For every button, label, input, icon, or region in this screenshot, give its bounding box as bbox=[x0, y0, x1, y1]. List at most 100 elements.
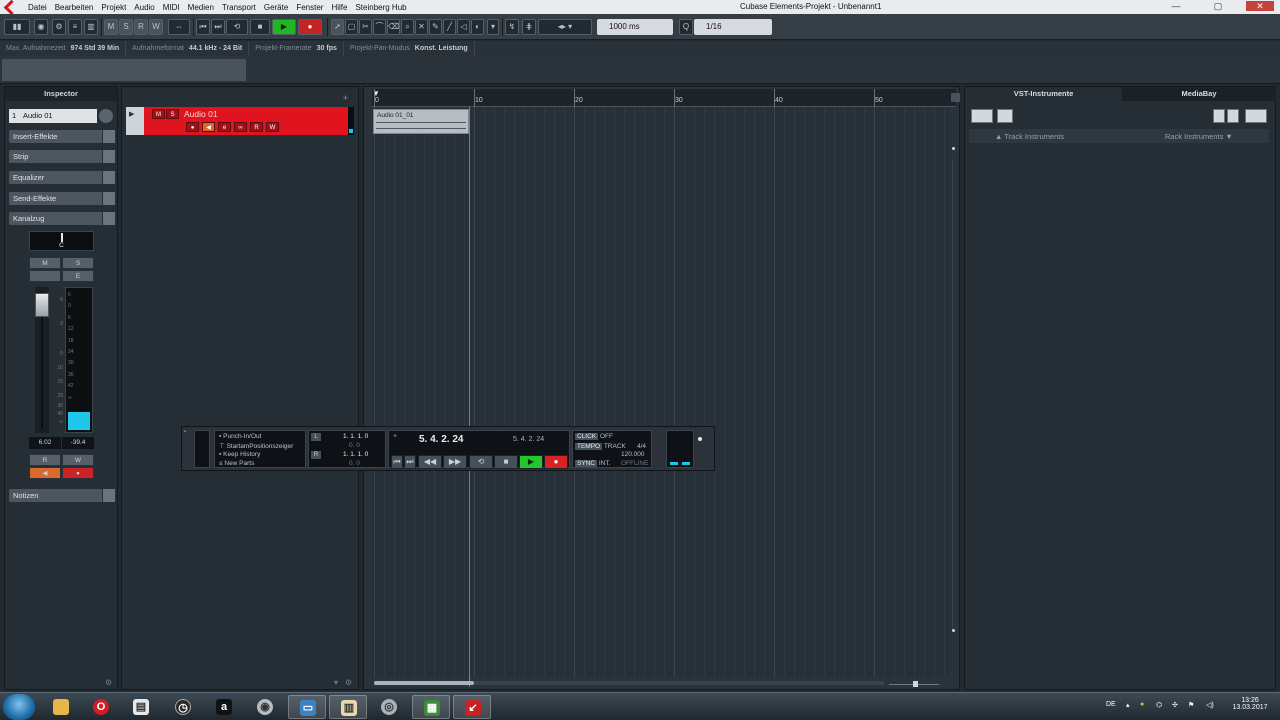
track-edit-icon[interactable]: e bbox=[218, 122, 231, 132]
grid-icon[interactable]: ▥ bbox=[84, 19, 98, 35]
move-down-icon[interactable] bbox=[1227, 109, 1239, 123]
solo-global-button[interactable]: S bbox=[119, 19, 133, 35]
forward-icon[interactable]: ▶▶ bbox=[443, 455, 467, 469]
autoscroll-icon[interactable]: ⇔ bbox=[168, 19, 190, 35]
volume-value[interactable]: 6.02 bbox=[29, 437, 61, 449]
track-write-button[interactable]: W bbox=[266, 122, 279, 132]
tray-arrow-icon[interactable]: ▴ bbox=[1126, 701, 1130, 709]
taskbar-amazon[interactable]: a bbox=[205, 695, 243, 719]
to-end-icon[interactable]: ⏭ bbox=[404, 455, 416, 469]
listen-button[interactable] bbox=[29, 270, 61, 282]
scroll-down-icon[interactable]: ▾ bbox=[334, 678, 338, 687]
taskbar-app-8[interactable]: ▥ bbox=[329, 695, 367, 719]
taskbar-app-6[interactable]: ◉ bbox=[246, 695, 284, 719]
glue-icon[interactable]: ⌒ bbox=[373, 19, 386, 35]
rack-instruments-toggle[interactable]: Rack Instruments ▼ bbox=[1165, 132, 1233, 141]
click-toggle[interactable]: CLICK bbox=[575, 433, 599, 440]
track-name[interactable]: Audio 01 bbox=[184, 109, 218, 119]
transport-record-button[interactable]: ● bbox=[544, 455, 568, 469]
transport-stop-icon[interactable]: ■ bbox=[494, 455, 518, 469]
tools-icon[interactable]: ⚙ bbox=[52, 19, 66, 35]
tray-flag-icon[interactable]: ⚑ bbox=[1188, 701, 1194, 709]
erase-icon[interactable]: ⌫ bbox=[387, 19, 400, 35]
move-up-icon[interactable] bbox=[1213, 109, 1225, 123]
color-icon[interactable]: ◐ bbox=[471, 19, 484, 35]
pan-control[interactable]: C bbox=[29, 231, 94, 251]
add-instrument-icon[interactable] bbox=[971, 109, 993, 123]
vertical-scrollbar[interactable] bbox=[951, 107, 956, 677]
record-button[interactable]: ● bbox=[298, 19, 322, 35]
peak-value[interactable]: -39.4 bbox=[62, 437, 94, 449]
go-end-icon[interactable]: ⏭ bbox=[211, 19, 225, 35]
line-icon[interactable]: ╱ bbox=[443, 19, 456, 35]
settings-icon[interactable]: ◉ bbox=[34, 19, 48, 35]
secondary-position[interactable]: 5. 4. 2. 24 bbox=[513, 436, 544, 443]
left-locator-value[interactable]: 1. 1. 1. 0 bbox=[343, 433, 368, 440]
draw-icon[interactable]: ✎ bbox=[429, 19, 442, 35]
speaker-icon[interactable]: ◁ bbox=[457, 19, 470, 35]
menu-bearbeiten[interactable]: Bearbeiten bbox=[51, 3, 98, 12]
volume-icon[interactable]: ◁) bbox=[1206, 701, 1214, 709]
track-record-button[interactable]: ● bbox=[186, 122, 199, 132]
track-monitor-button[interactable]: ◀ bbox=[202, 122, 215, 132]
split-icon[interactable]: ✂ bbox=[359, 19, 372, 35]
go-start-icon[interactable]: ⏮ bbox=[196, 19, 210, 35]
track-row-audio-01[interactable]: ▶ M S Audio 01 ● ◀ e ∞ R W bbox=[126, 107, 354, 135]
taskbar-app-10[interactable]: ▦ bbox=[412, 695, 450, 719]
list-settings-icon[interactable]: ⚙ bbox=[345, 678, 352, 687]
gear-icon[interactable]: ⚙ bbox=[105, 678, 112, 687]
tray-app2-icon[interactable]: ✣ bbox=[1172, 701, 1178, 709]
tray-app-icon[interactable]: ● bbox=[1140, 701, 1144, 708]
taskbar-app-7[interactable]: ▭ bbox=[288, 695, 326, 719]
left-locator-icon[interactable]: L bbox=[311, 433, 321, 441]
ruler[interactable]: ▼ 0 10 20 30 40 50 bbox=[372, 89, 960, 107]
right-locator-value[interactable]: 1. 1. 1. 0 bbox=[343, 451, 368, 458]
time-signature[interactable]: 4/4 bbox=[637, 443, 646, 450]
menu-audio[interactable]: Audio bbox=[130, 3, 158, 12]
snap-icon[interactable]: ↯ bbox=[505, 19, 519, 35]
inspector-toggle-icon[interactable]: ▮▮ bbox=[4, 19, 30, 35]
quantize-icon[interactable]: Q bbox=[679, 19, 693, 35]
track-instruments-toggle[interactable]: ▲ Track Instruments bbox=[995, 132, 1064, 141]
mute-global-button[interactable]: M bbox=[104, 19, 118, 35]
solo-button[interactable]: S bbox=[62, 257, 94, 269]
right-locator-icon[interactable]: R bbox=[311, 451, 321, 459]
section-channel-strip[interactable]: Kanalzug bbox=[9, 212, 115, 225]
menu-fenster[interactable]: Fenster bbox=[292, 3, 327, 12]
add-track-icon[interactable]: + bbox=[343, 93, 348, 103]
track-read-button[interactable]: R bbox=[250, 122, 263, 132]
clock[interactable]: 13:26 13.03.2017 bbox=[1230, 697, 1270, 711]
to-start-icon[interactable]: ⏮ bbox=[391, 455, 403, 469]
menu-medien[interactable]: Medien bbox=[184, 3, 218, 12]
stop-icon[interactable]: ■ bbox=[250, 19, 270, 35]
taskbar-app-3[interactable]: ▤ bbox=[122, 695, 160, 719]
menu-transport[interactable]: Transport bbox=[218, 3, 260, 12]
audio-event[interactable]: Audio 01_01 bbox=[373, 109, 469, 134]
rewind-icon[interactable]: ◀◀ bbox=[418, 455, 442, 469]
mixer-icon[interactable]: ≡ bbox=[68, 19, 82, 35]
option-new-parts[interactable]: New Parts bbox=[224, 460, 254, 467]
volume-fader[interactable] bbox=[35, 287, 49, 433]
read-automation-button[interactable]: R bbox=[29, 454, 61, 466]
tempo-toggle[interactable]: TEMPO bbox=[575, 443, 603, 450]
menu-geraete[interactable]: Geräte bbox=[260, 3, 292, 12]
quantize-select[interactable]: 1/16 bbox=[694, 19, 772, 35]
start-button[interactable] bbox=[3, 694, 35, 720]
taskbar-app-4[interactable]: ◷ bbox=[164, 695, 202, 719]
taskbar-cubase[interactable]: ↙ bbox=[453, 695, 491, 719]
maximize-button[interactable]: ▢ bbox=[1204, 1, 1232, 11]
grid-type-select[interactable]: ◂▸ ▾ bbox=[538, 19, 592, 35]
overview-bar[interactable] bbox=[2, 59, 246, 81]
monitor-button[interactable]: ◀ bbox=[29, 467, 61, 479]
section-equalizer[interactable]: Equalizer bbox=[9, 171, 115, 184]
tab-vst-instruments[interactable]: VST-Instrumente bbox=[965, 87, 1122, 101]
transport-play-button[interactable]: ▶ bbox=[519, 455, 543, 469]
taskbar-app-9[interactable]: ◎ bbox=[370, 695, 408, 719]
cycle-icon[interactable]: ⟲ bbox=[226, 19, 248, 35]
zoom-icon[interactable]: ⌕ bbox=[401, 19, 414, 35]
read-global-button[interactable]: R bbox=[134, 19, 148, 35]
tab-mediabay[interactable]: MediaBay bbox=[1122, 87, 1276, 101]
mute-tool-icon[interactable]: ✕ bbox=[415, 19, 428, 35]
menu-midi[interactable]: MIDI bbox=[159, 3, 184, 12]
close-button[interactable]: ✕ bbox=[1246, 1, 1274, 11]
